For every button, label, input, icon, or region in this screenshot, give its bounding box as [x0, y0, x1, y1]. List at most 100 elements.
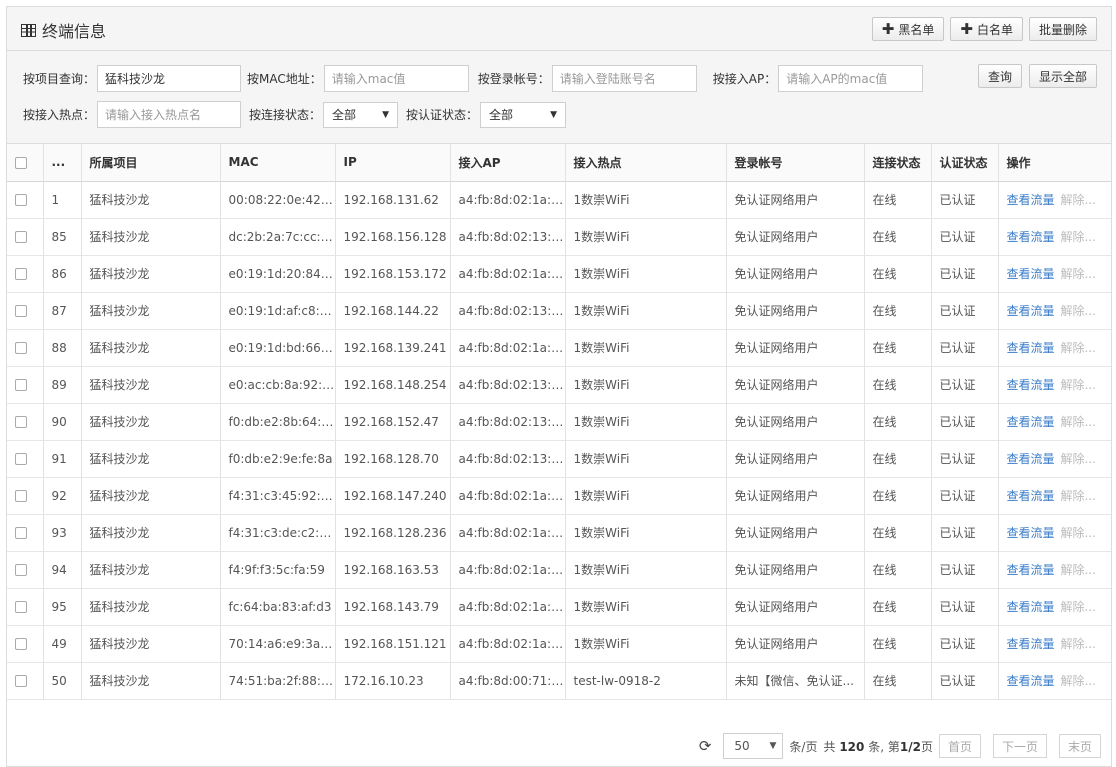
- col-header: 认证状态: [931, 144, 999, 182]
- cell-mac: dc:2b:2a:7c:cc:a4: [220, 218, 336, 256]
- view-traffic-link[interactable]: 查看流量: [1007, 378, 1055, 392]
- cell-mac: e0:19:1d:20:84:...: [220, 255, 336, 293]
- unbind-link[interactable]: 解除...: [1061, 489, 1096, 503]
- table-row[interactable]: 86 猛科技沙龙 e0:19:1d:20:84:... 192.168.153.172…: [7, 255, 1111, 293]
- view-traffic-link[interactable]: 查看流量: [1007, 600, 1055, 614]
- view-traffic-link[interactable]: 查看流量: [1007, 674, 1055, 688]
- cell-auth: 已认证: [931, 181, 999, 219]
- unbind-link[interactable]: 解除...: [1061, 267, 1096, 281]
- unbind-link[interactable]: 解除...: [1061, 378, 1096, 392]
- row-checkbox[interactable]: [15, 268, 27, 280]
- auth-status-value: 全部: [489, 108, 514, 122]
- table-row[interactable]: 91 猛科技沙龙 f0:db:e2:9e:fe:8a 192.168.128.70 a4…: [7, 440, 1111, 478]
- blacklist-button[interactable]: ✚ 黑名单: [871, 17, 945, 41]
- project-filter-label: 按项目查询：: [23, 72, 96, 86]
- row-checkbox[interactable]: [15, 194, 27, 206]
- view-traffic-link[interactable]: 查看流量: [1007, 230, 1055, 244]
- row-checkbox[interactable]: [15, 416, 27, 428]
- row-checkbox[interactable]: [15, 564, 27, 576]
- view-traffic-link[interactable]: 查看流量: [1007, 193, 1055, 207]
- table-row[interactable]: 88 猛科技沙龙 e0:19:1d:bd:66:... 192.168.139.241…: [7, 329, 1111, 367]
- view-traffic-link[interactable]: 查看流量: [1007, 637, 1055, 651]
- blacklist-label: 黑名单: [898, 22, 935, 37]
- panel-header: 终端信息 ✚ 黑名单 ✚ 白名单 批量删除: [7, 7, 1111, 51]
- unbind-link[interactable]: 解除...: [1061, 637, 1096, 651]
- first-page-button[interactable]: 首页: [938, 734, 981, 758]
- view-traffic-link[interactable]: 查看流量: [1007, 563, 1055, 577]
- table-row[interactable]: 95 猛科技沙龙 fc:64:ba:83:af:d3 192.168.143.79 a4…: [7, 588, 1111, 626]
- cell-auth: 已认证: [931, 366, 999, 404]
- last-page-button[interactable]: 末页: [1058, 734, 1101, 758]
- page-size-select[interactable]: 50 ▼: [723, 733, 784, 759]
- view-traffic-link[interactable]: 查看流量: [1007, 304, 1055, 318]
- cell-ap: a4:fb:8d:02:13:4a: [450, 218, 566, 256]
- unbind-link[interactable]: 解除...: [1061, 415, 1096, 429]
- auth-status-select[interactable]: 全部 ▼: [480, 101, 567, 128]
- row-checkbox[interactable]: [15, 675, 27, 687]
- project-filter-input[interactable]: [97, 65, 242, 92]
- cell-project: 猛科技沙龙: [81, 662, 221, 700]
- account-filter-input[interactable]: [551, 65, 697, 92]
- unbind-link[interactable]: 解除...: [1061, 193, 1096, 207]
- cell-auth: 已认证: [931, 218, 999, 256]
- row-checkbox[interactable]: [15, 638, 27, 650]
- table-row[interactable]: 90 猛科技沙龙 f0:db:e2:8b:64:23 192.168.152.47 a4…: [7, 403, 1111, 441]
- whitelist-button[interactable]: ✚ 白名单: [950, 17, 1023, 41]
- cell-auth: 已认证: [931, 477, 999, 515]
- table-row[interactable]: 49 猛科技沙龙 70:14:a6:e9:3a:... 192.168.151.121…: [7, 625, 1111, 663]
- row-checkbox[interactable]: [15, 231, 27, 243]
- cell-no: 87: [43, 292, 82, 330]
- view-traffic-link[interactable]: 查看流量: [1007, 452, 1055, 466]
- view-traffic-link[interactable]: 查看流量: [1007, 489, 1055, 503]
- table-row[interactable]: 89 猛科技沙龙 e0:ac:cb:8a:92:42 192.168.148.254 a…: [7, 366, 1111, 404]
- query-button[interactable]: 查询: [977, 64, 1022, 88]
- row-checkbox-cell: [7, 440, 44, 478]
- table-row[interactable]: 50 猛科技沙龙 74:51:ba:2f:88:07 172.16.10.23 a4:f…: [7, 662, 1111, 700]
- view-traffic-link[interactable]: 查看流量: [1007, 267, 1055, 281]
- unbind-link[interactable]: 解除...: [1061, 674, 1096, 688]
- ap-filter-input[interactable]: [778, 65, 924, 92]
- cell-auth: 已认证: [931, 329, 999, 367]
- terminal-table: ... 所属项目 MAC IP 接入AP 接入热点 登录帐号 连接状态 认证状态…: [7, 144, 1111, 700]
- view-traffic-link[interactable]: 查看流量: [1007, 415, 1055, 429]
- select-all-checkbox[interactable]: [15, 156, 27, 169]
- unbind-link[interactable]: 解除...: [1061, 230, 1096, 244]
- col-header: 接入AP: [450, 144, 566, 182]
- unbind-link[interactable]: 解除...: [1061, 563, 1096, 577]
- unbind-link[interactable]: 解除...: [1061, 341, 1096, 355]
- view-traffic-link[interactable]: 查看流量: [1007, 526, 1055, 540]
- unbind-link[interactable]: 解除...: [1061, 304, 1096, 318]
- total-suffix: 条, 第: [868, 739, 900, 754]
- row-checkbox[interactable]: [15, 305, 27, 317]
- cell-ip: 192.168.152.47: [335, 403, 451, 441]
- unbind-link[interactable]: 解除...: [1061, 526, 1096, 540]
- table-row[interactable]: 92 猛科技沙龙 f4:31:c3:45:92:94 192.168.147.240 a…: [7, 477, 1111, 515]
- cell-mac: f4:31:c3:de:c2:40: [220, 514, 336, 552]
- row-checkbox[interactable]: [15, 490, 27, 502]
- conn-status-select[interactable]: 全部 ▼: [323, 101, 399, 128]
- table-row[interactable]: 85 猛科技沙龙 dc:2b:2a:7c:cc:a4 192.168.156.128 a…: [7, 218, 1111, 256]
- view-traffic-link[interactable]: 查看流量: [1007, 341, 1055, 355]
- terminal-panel: 终端信息 ✚黑名单 ✚白名单 批量删除 按项目查询： 按MAC地址： 按登录帐号…: [6, 6, 1112, 767]
- row-checkbox[interactable]: [15, 342, 27, 354]
- unbind-link[interactable]: 解除...: [1061, 600, 1096, 614]
- refresh-icon[interactable]: ⟳: [699, 737, 712, 755]
- cell-ap: a4:fb:8d:02:1a:22: [450, 625, 566, 663]
- show-all-button[interactable]: 显示全部: [1028, 64, 1097, 88]
- table-row[interactable]: 1 猛科技沙龙 00:08:22:0e:42:... 192.168.131.62 a4…: [7, 181, 1111, 219]
- row-checkbox[interactable]: [15, 527, 27, 539]
- row-checkbox[interactable]: [15, 379, 27, 391]
- unbind-link[interactable]: 解除...: [1061, 452, 1096, 466]
- cell-hotspot: 1数崇WiFi: [565, 292, 727, 330]
- table-row[interactable]: 87 猛科技沙龙 e0:19:1d:af:c8:8a 192.168.144.22 a4…: [7, 292, 1111, 330]
- table-row[interactable]: 94 猛科技沙龙 f4:9f:f3:5c:fa:59 192.168.163.53 a4…: [7, 551, 1111, 589]
- hotspot-filter-input[interactable]: [97, 101, 242, 128]
- batch-delete-button[interactable]: 批量删除: [1028, 17, 1097, 41]
- next-page-button[interactable]: 下一页: [992, 734, 1047, 758]
- row-checkbox[interactable]: [15, 453, 27, 465]
- col-header: ...: [43, 144, 82, 182]
- row-checkbox[interactable]: [15, 601, 27, 613]
- dropdown-caret-icon: ▼: [769, 741, 777, 751]
- mac-filter-input[interactable]: [323, 65, 469, 92]
- table-row[interactable]: 93 猛科技沙龙 f4:31:c3:de:c2:40 192.168.128.236 a…: [7, 514, 1111, 552]
